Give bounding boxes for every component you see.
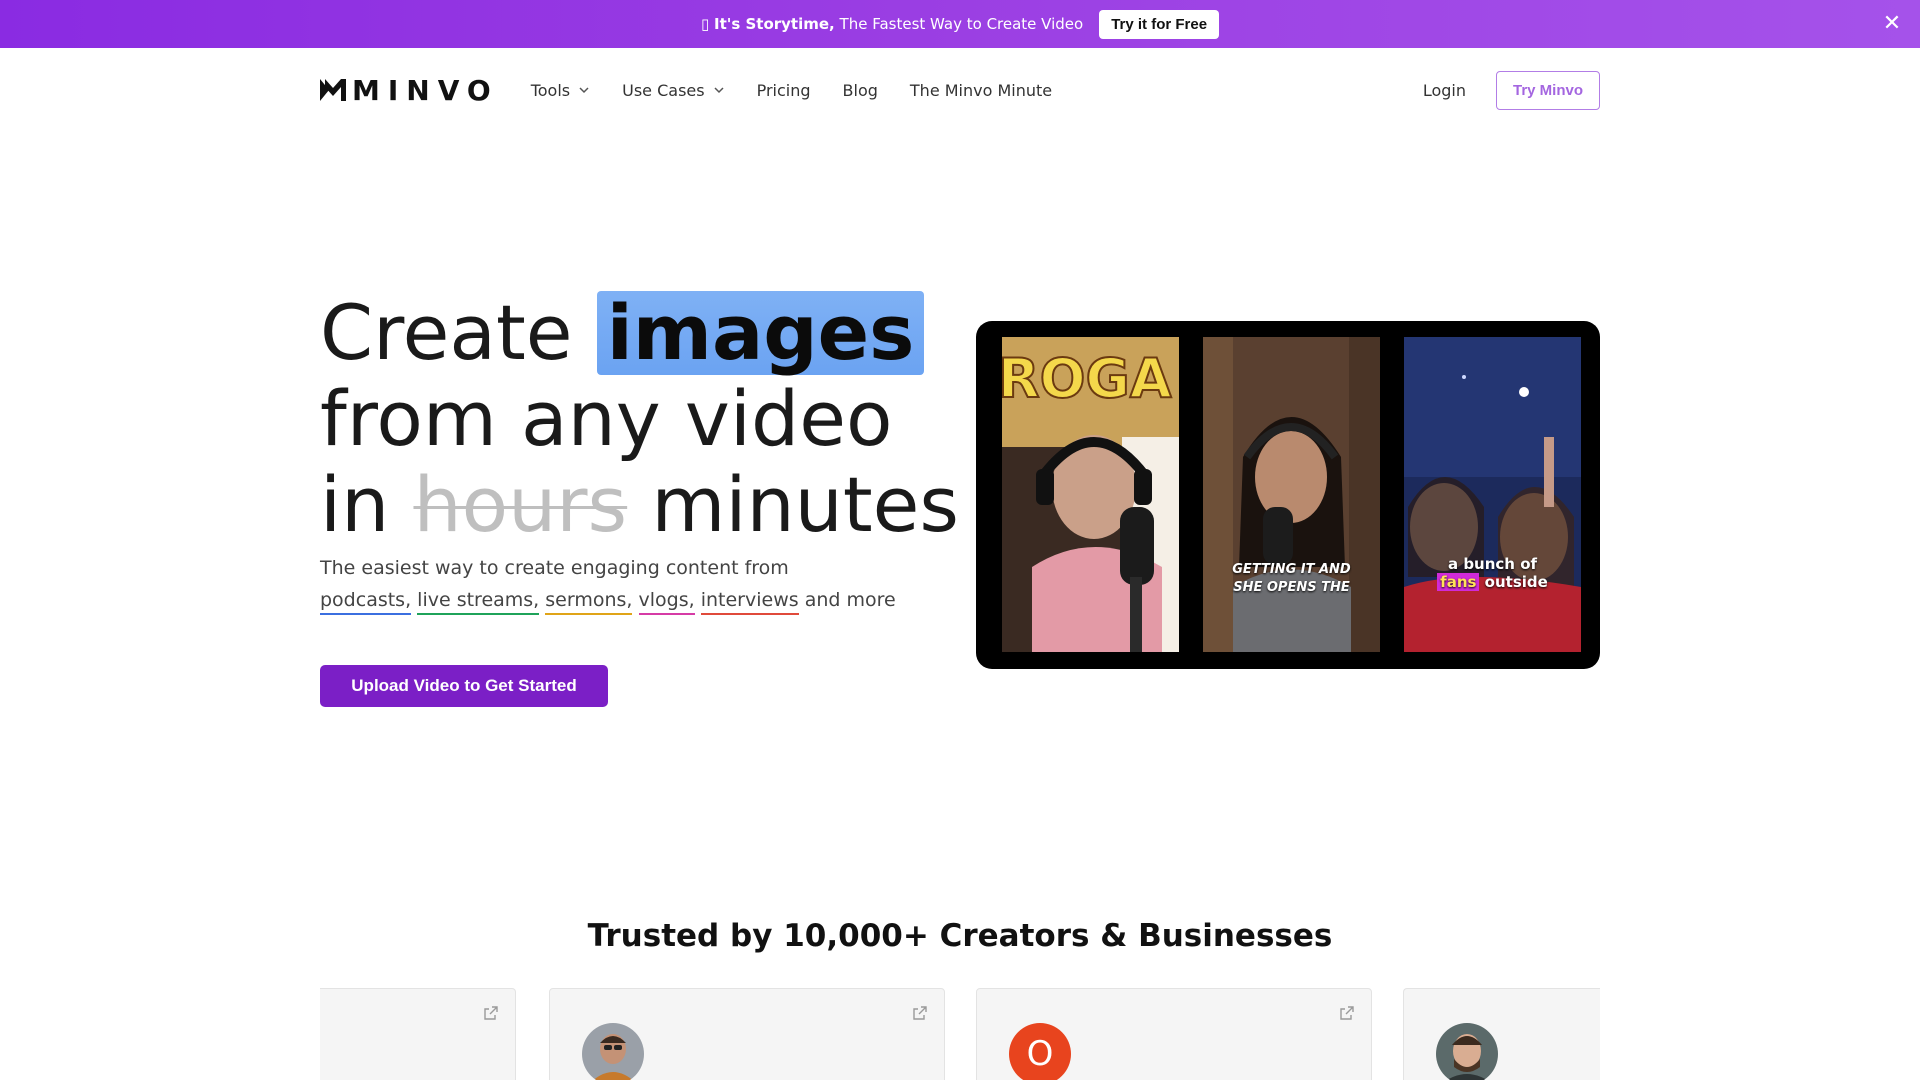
testimonial-card[interactable] [549, 988, 945, 1080]
close-icon[interactable]: ✕ [1880, 12, 1904, 36]
frame1-sign: ROGA [1002, 347, 1172, 410]
headline-highlight: images [596, 291, 925, 375]
hero-headline: Create images from any video in hours mi… [320, 290, 960, 548]
headline-minutes: minutes [651, 460, 959, 549]
logo-text: MINVO [352, 73, 499, 107]
headline-in: in [320, 460, 390, 549]
headline-strikethrough: hours [413, 460, 628, 549]
announcement-bar: ▯ It's Storytime, The Fastest Way to Cre… [0, 0, 1920, 48]
logo-mark-icon [320, 79, 346, 101]
testimonial-card[interactable]: O [976, 988, 1372, 1080]
podcast-host-image: ROGA [1002, 337, 1179, 652]
tag-podcasts[interactable]: podcasts, [320, 589, 412, 615]
preview-frame-2: GETTING IT AND SHE OPENS THE [1203, 337, 1380, 652]
frame3-caption-mark: fans [1437, 573, 1480, 591]
frame3-caption-line-1: a bunch of [1447, 555, 1538, 573]
hero-subtitle: The easiest way to create engaging conte… [320, 552, 960, 616]
announcement-text: ▯ It's Storytime, The Fastest Way to Cre… [701, 15, 1083, 33]
frame2-caption: GETTING IT AND SHE OPENS THE [1203, 561, 1380, 597]
nav-right: Login Try Minvo [1423, 70, 1600, 110]
chevron-down-icon [714, 87, 724, 94]
headline-line-3: in hours minutes [320, 462, 960, 548]
headline-line-1: Create images [320, 290, 960, 376]
announcement-bold: It's Storytime, [713, 15, 835, 33]
announcement-emoji: ▯ [700, 15, 710, 33]
try-minvo-button[interactable]: Try Minvo [1495, 70, 1600, 110]
nav-item-blog[interactable]: Blog [843, 81, 878, 100]
nav-item-label: Pricing [756, 80, 811, 100]
frame3-caption-line-2: fans outside [1404, 573, 1581, 591]
avatar [1436, 1023, 1498, 1080]
tag-live-streams[interactable]: live streams, [417, 589, 540, 615]
try-free-button[interactable]: Try it for Free [1099, 9, 1220, 39]
nav-item-minvo-minute[interactable]: The Minvo Minute [910, 81, 1052, 100]
nav-item-label: Blog [842, 80, 878, 100]
nav-item-label: Use Cases [622, 80, 705, 100]
nav-item-pricing[interactable]: Pricing [757, 81, 811, 100]
nav-item-label: Tools [530, 80, 571, 100]
external-link-icon[interactable] [912, 1005, 928, 1021]
subtitle-line-1: The easiest way to create engaging conte… [320, 557, 789, 579]
frame3-caption: a bunch of fans outside [1404, 555, 1581, 591]
nav-item-use-cases[interactable]: Use Cases [622, 81, 724, 100]
concert-fans-image [1404, 337, 1581, 652]
frame2-caption-line-2: SHE OPENS THE [1233, 580, 1350, 595]
upload-video-button[interactable]: Upload Video to Get Started [320, 665, 608, 707]
headline-line-2: from any video [320, 374, 893, 463]
avatar: O [1009, 1023, 1071, 1080]
tag-sermons[interactable]: sermons, [545, 589, 633, 615]
testimonial-card[interactable] [1403, 988, 1600, 1080]
podcast-guest-image [1203, 337, 1380, 652]
frame2-caption-line-1: GETTING IT AND [1232, 562, 1351, 577]
preview-frame-1: ROGA [1002, 337, 1179, 652]
avatar [582, 1023, 644, 1080]
subtitle-line-2: podcasts, live streams, sermons, vlogs, … [320, 584, 960, 616]
tag-interviews[interactable]: interviews [700, 589, 799, 615]
trusted-heading: Trusted by 10,000+ Creators & Businesses [587, 918, 1333, 954]
headline-create: Create [320, 288, 573, 377]
preview-frame-3: a bunch of fans outside [1404, 337, 1581, 652]
frame3-caption-rest: outside [1484, 573, 1548, 591]
external-link-icon[interactable] [1339, 1005, 1355, 1021]
external-link-icon[interactable] [483, 1005, 499, 1021]
tag-vlogs[interactable]: vlogs, [638, 589, 695, 615]
main-nav: MINVO Tools Use Cases Pricing Blog The M… [320, 48, 1600, 132]
login-link[interactable]: Login [1423, 81, 1466, 100]
announcement-message: The Fastest Way to Create Video [839, 15, 1084, 33]
subtitle-suffix: and more [804, 589, 896, 611]
chevron-down-icon [579, 87, 589, 94]
testimonial-card[interactable] [320, 988, 516, 1080]
video-preview: ROGA GETTING IT AND SHE OPENS THE a bunc… [976, 321, 1600, 669]
nav-item-label: The Minvo Minute [909, 80, 1053, 100]
nav-item-tools[interactable]: Tools [531, 81, 590, 100]
logo[interactable]: MINVO [320, 74, 499, 107]
